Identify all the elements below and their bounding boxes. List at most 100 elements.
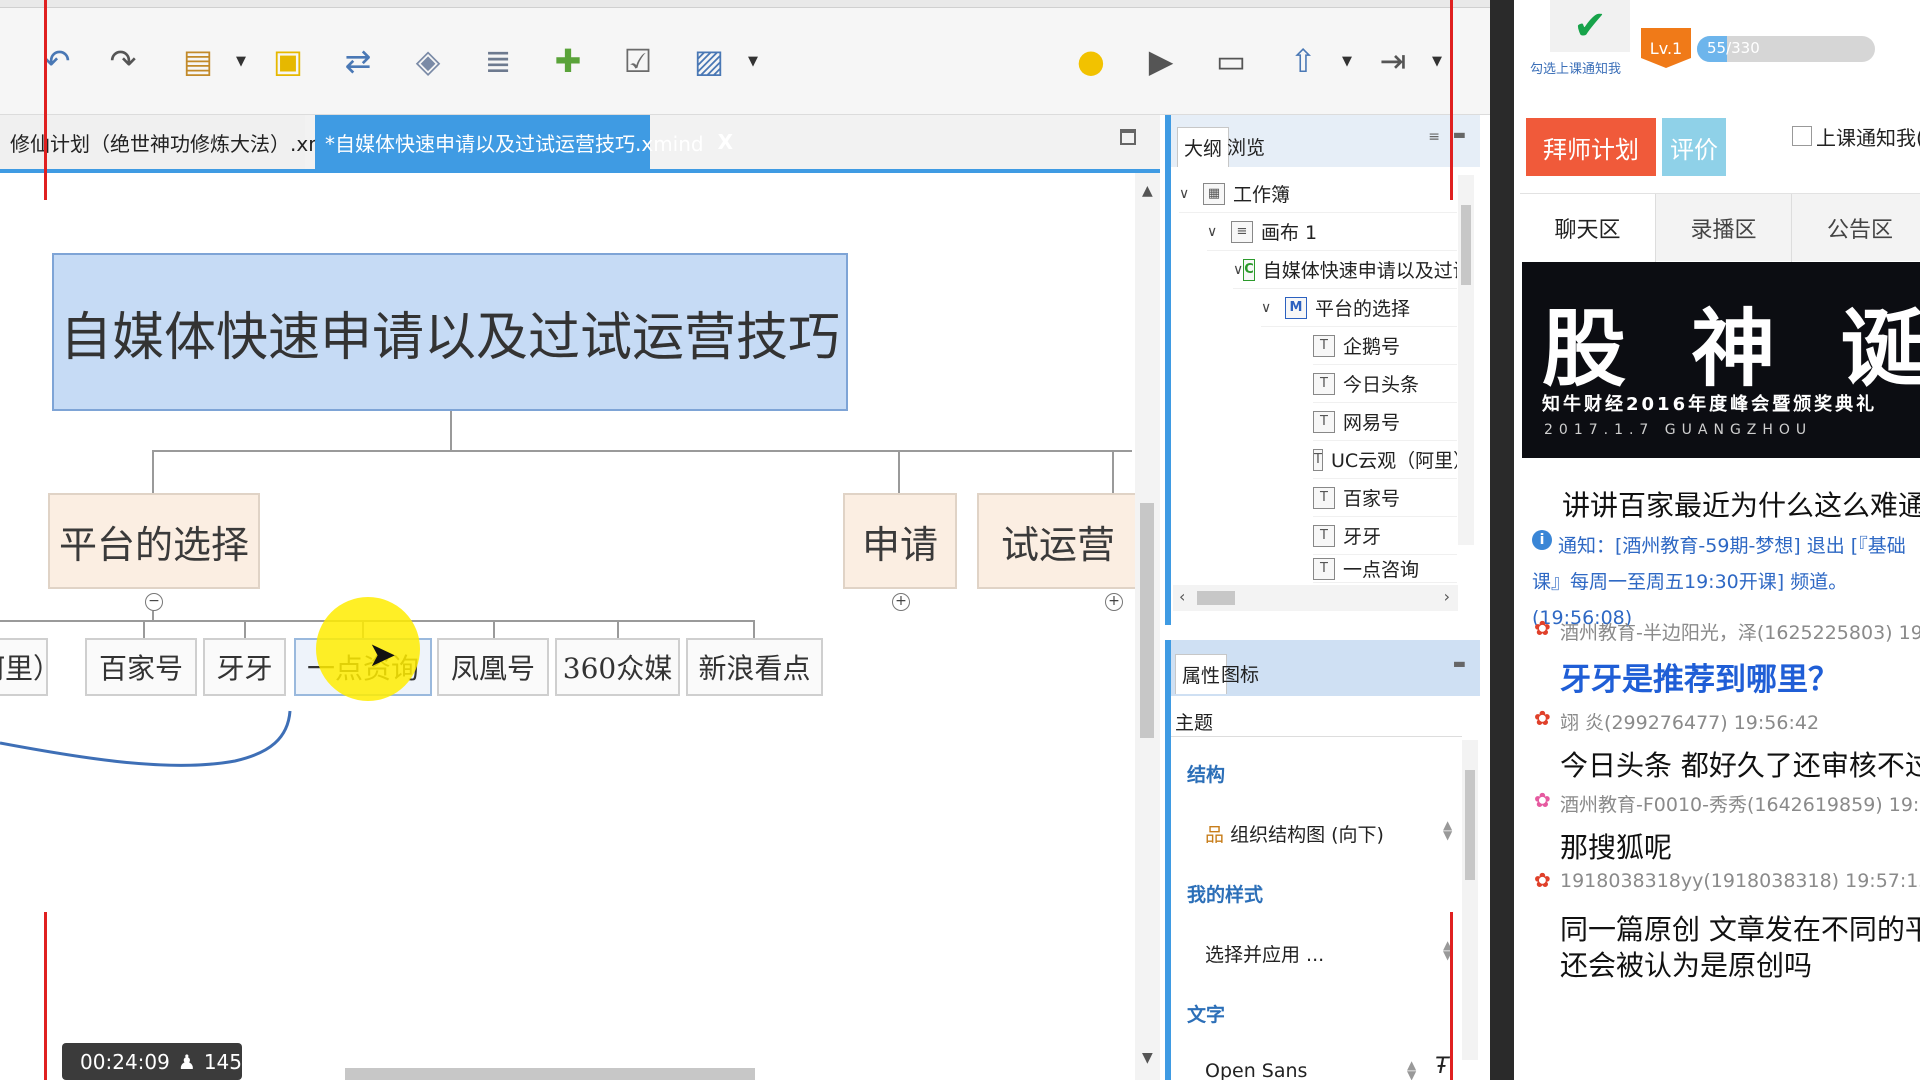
- lightbulb-icon[interactable]: ●: [1068, 38, 1114, 84]
- print-icon[interactable]: ▤: [175, 38, 221, 84]
- central-topic[interactable]: 自媒体快速申请以及过试运营技巧: [52, 253, 848, 411]
- subtopic[interactable]: 360众媒: [555, 638, 680, 696]
- style-select[interactable]: 选择并应用 ...: [1205, 940, 1324, 967]
- chat-message: 讲讲百家最近为什么这么难通过: [1562, 489, 1920, 522]
- image-dropdown-icon[interactable]: ▼: [748, 54, 758, 69]
- upload-icon[interactable]: ⇧: [1280, 38, 1326, 84]
- tree-item-subtopic[interactable]: T 企鹅号: [1313, 327, 1457, 365]
- chevron-down-icon[interactable]: ∨: [1179, 186, 1203, 202]
- subtopic[interactable]: 凤凰号: [437, 638, 549, 696]
- spinner-icon[interactable]: ▲ ▼: [1443, 819, 1452, 841]
- main-topic-trial[interactable]: 试运营（早: [977, 493, 1135, 589]
- task-icon[interactable]: ☑: [615, 38, 661, 84]
- toolbar: ↶ ↷ ▤ ▼ ▣ ⇄ ◈ ≣ ✚ ☑ ▨ ▼ ● ▶ ▭ ⇧ ▼ ⇥ ▼: [0, 8, 1490, 115]
- outline-horizontal-scrollbar[interactable]: ‹ ›: [1173, 585, 1458, 611]
- export-dropdown-icon[interactable]: ▼: [1432, 54, 1442, 69]
- properties-vertical-scrollbar[interactable]: [1462, 740, 1478, 1060]
- tree-item-subtopic[interactable]: T 网易号: [1313, 403, 1457, 441]
- checkmark-icon[interactable]: ✔: [1550, 0, 1630, 52]
- expand-toggle-icon[interactable]: +: [892, 593, 910, 611]
- tree-item-subtopic[interactable]: T 一点咨询: [1313, 555, 1457, 583]
- relationship-icon[interactable]: ⇄: [335, 38, 381, 84]
- tab-icons[interactable]: 图标: [1215, 654, 1265, 694]
- chevron-down-icon[interactable]: ∨: [1233, 262, 1243, 278]
- add-topic-icon[interactable]: ✚: [545, 38, 591, 84]
- outline-vertical-scrollbar[interactable]: [1458, 175, 1474, 545]
- structure-section[interactable]: 结构: [1187, 760, 1225, 787]
- subtopic[interactable]: 牙牙: [203, 638, 286, 696]
- tree-item-subtopic[interactable]: T UC云观（阿里）: [1313, 441, 1457, 479]
- upload-dropdown-icon[interactable]: ▼: [1342, 54, 1352, 69]
- tree-item-subtopic[interactable]: T 牙牙: [1313, 517, 1457, 555]
- relationship-curve[interactable]: [0, 703, 300, 803]
- font-select[interactable]: Open Sans: [1205, 1060, 1307, 1080]
- main-topic-apply[interactable]: 申请: [843, 493, 957, 589]
- tab-active-document[interactable]: *自媒体快速申请以及过试运营技巧.xmind X: [315, 115, 733, 169]
- mentor-plan-button[interactable]: 拜师计划: [1526, 118, 1656, 176]
- class-notify-checkbox[interactable]: [1792, 126, 1812, 146]
- experience-bar: 55/330: [1697, 36, 1875, 62]
- image-icon[interactable]: ▨: [686, 38, 732, 84]
- close-tab-icon[interactable]: X: [718, 130, 733, 154]
- scroll-thumb[interactable]: [1197, 591, 1235, 605]
- banner-title: 股 神 诞 生 !: [1542, 299, 1920, 398]
- scroll-left-icon[interactable]: ‹: [1179, 587, 1185, 606]
- mindmap-canvas[interactable]: 自媒体快速申请以及过试运营技巧 平台的选择 申请 试运营（早 − + + 阿里）…: [0, 173, 1135, 1080]
- tree-item-central[interactable]: ∨ C 自媒体快速申请以及过试: [1233, 251, 1457, 289]
- canvas-vertical-scrollbar[interactable]: ▲ ▼: [1135, 173, 1160, 1080]
- tree-item-sheet[interactable]: ∨ ≡ 画布 1: [1207, 213, 1457, 251]
- font-style-icon[interactable]: Ŧ: [1435, 1054, 1448, 1079]
- connector: [244, 620, 246, 638]
- subtopic[interactable]: 阿里）: [0, 638, 48, 696]
- minimize-panel-icon[interactable]: ▬: [1453, 656, 1466, 672]
- presentation-icon[interactable]: ▶: [1138, 38, 1184, 84]
- scroll-right-icon[interactable]: ›: [1444, 587, 1450, 606]
- subtopic[interactable]: 新浪看点: [686, 638, 823, 696]
- subtopic[interactable]: 百家号: [85, 638, 197, 696]
- user-badge-icon: ✿: [1534, 788, 1551, 812]
- boundary-icon[interactable]: ◈: [405, 38, 451, 84]
- tab-announcement[interactable]: 公告区: [1792, 194, 1920, 262]
- tab-browse[interactable]: 浏览: [1221, 127, 1271, 167]
- undo-icon[interactable]: ↶: [34, 38, 80, 84]
- my-style-section[interactable]: 我的样式: [1187, 880, 1263, 907]
- tab-chat[interactable]: 聊天区: [1520, 194, 1656, 262]
- event-banner[interactable]: 股 神 诞 生 ! 知牛财经2016年度峰会暨颁奖典礼 2017.1.7 GUA…: [1522, 262, 1920, 458]
- layout-icon[interactable]: ▭: [1208, 38, 1254, 84]
- tree-item-label: 画布 1: [1261, 222, 1318, 244]
- tab-replay[interactable]: 录播区: [1656, 194, 1792, 262]
- print-dropdown-icon[interactable]: ▼: [236, 54, 246, 69]
- rate-button[interactable]: 评价: [1662, 118, 1726, 176]
- canvas-horizontal-scrollbar[interactable]: [345, 1068, 755, 1080]
- redo-icon[interactable]: ↷: [100, 38, 146, 84]
- tree-item-label: 平台的选择: [1315, 298, 1411, 320]
- minimize-panel-icon[interactable]: ▬: [1453, 127, 1466, 143]
- window-divider: [1490, 0, 1514, 1080]
- collapse-toggle-icon[interactable]: −: [145, 593, 163, 611]
- expand-toggle-icon[interactable]: +: [1105, 593, 1123, 611]
- chat-area[interactable]: 讲讲百家最近为什么这么难通过 i 通知：[酒州教育-59期-梦想] 退出 [『基…: [1514, 468, 1920, 1080]
- scroll-thumb[interactable]: [1465, 770, 1475, 880]
- subtopic-icon: T: [1313, 557, 1335, 580]
- text-section[interactable]: 文字: [1187, 1000, 1225, 1027]
- tree-item-subtopic[interactable]: T 百家号: [1313, 479, 1457, 517]
- export-icon[interactable]: ⇥: [1370, 38, 1416, 84]
- summary-icon[interactable]: ≣: [475, 38, 521, 84]
- scroll-up-icon[interactable]: ▲: [1142, 183, 1153, 199]
- maximize-editor-icon[interactable]: [1120, 129, 1136, 145]
- comment-icon[interactable]: ▣: [265, 38, 311, 84]
- main-topic-platform[interactable]: 平台的选择: [48, 493, 260, 589]
- spinner-icon[interactable]: ▲ ▼: [1407, 1059, 1416, 1080]
- tree-item-subtopic[interactable]: T 今日头条: [1313, 365, 1457, 403]
- chevron-down-icon[interactable]: ∨: [1261, 300, 1285, 316]
- recording-status: 00:24:09 ♟ 145: [62, 1043, 242, 1080]
- view-menu-icon[interactable]: ≡: [1428, 129, 1440, 145]
- structure-select[interactable]: 品 组织结构图 (向下): [1205, 820, 1384, 847]
- tree-item-workbook[interactable]: ∨ ▦ 工作簿: [1179, 175, 1457, 213]
- tree-item-main[interactable]: ∨ M 平台的选择: [1261, 289, 1457, 327]
- scroll-down-icon[interactable]: ▼: [1142, 1050, 1153, 1066]
- scroll-thumb[interactable]: [1140, 503, 1154, 738]
- chevron-down-icon[interactable]: ∨: [1207, 224, 1231, 240]
- scroll-thumb[interactable]: [1461, 205, 1471, 285]
- chat-message: 今日头条 都好久了还审核不过: [1560, 749, 1920, 782]
